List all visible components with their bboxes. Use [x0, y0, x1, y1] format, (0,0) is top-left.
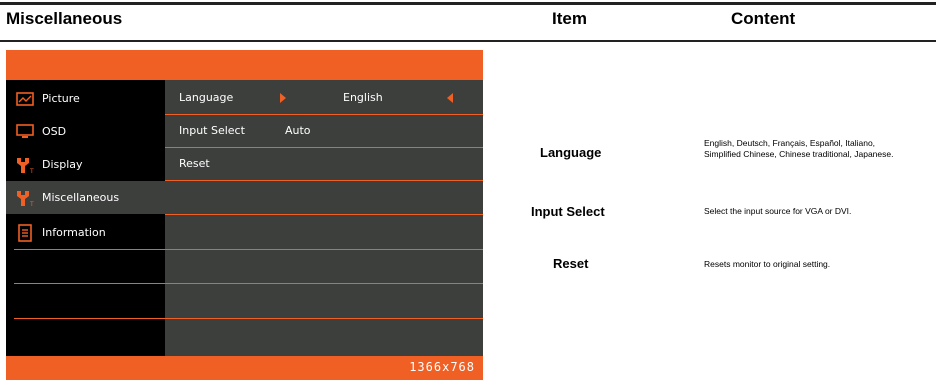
content-column-header: Content	[731, 9, 796, 28]
menu-divider	[14, 283, 165, 284]
menu-item-osd[interactable]: OSD	[6, 115, 165, 148]
resolution-readout: 1366x768	[409, 360, 475, 374]
osd-screenshot: Picture OSD T Display T Miscellaneous In…	[6, 50, 483, 380]
arrow-left-icon[interactable]	[447, 93, 453, 103]
wrench-icon: T	[14, 156, 36, 174]
menu-divider	[14, 318, 165, 319]
menu-item-label: Information	[42, 226, 106, 239]
submenu-divider	[165, 318, 483, 319]
osd-bottom-bar: 1366x768	[6, 356, 483, 380]
svg-text:T: T	[29, 168, 34, 174]
table-item-reset: Reset	[553, 256, 589, 271]
header-bottom-rule	[0, 40, 936, 42]
document-icon	[14, 223, 36, 242]
wrench-icon: T	[14, 189, 36, 207]
menu-item-label: OSD	[42, 125, 67, 138]
header-top-rule	[0, 2, 936, 5]
monitor-icon	[14, 123, 36, 141]
osd-top-bar	[6, 50, 483, 80]
input-select-value: Auto	[285, 124, 311, 137]
language-label: Language	[179, 91, 234, 104]
menu-item-label: Display	[42, 158, 83, 171]
submenu-divider	[165, 214, 483, 215]
table-content-input-select: Select the input source for VGA or DVI.	[704, 206, 852, 216]
menu-item-miscellaneous[interactable]: T Miscellaneous	[6, 181, 165, 214]
menu-item-label: Miscellaneous	[42, 191, 120, 204]
arrow-right-icon[interactable]	[280, 93, 286, 103]
picture-icon	[14, 90, 36, 108]
reset-label: Reset	[179, 157, 210, 170]
menu-item-information[interactable]: Information	[6, 216, 165, 249]
table-content-reset: Resets monitor to original setting.	[704, 259, 831, 269]
table-item-language: Language	[540, 145, 602, 160]
item-column-header: Item	[552, 9, 587, 28]
submenu-row-input-select[interactable]: Input Select Auto	[165, 115, 483, 148]
svg-text:T: T	[29, 201, 34, 207]
submenu-divider	[165, 283, 483, 284]
section-title: Miscellaneous	[6, 9, 123, 28]
table-item-input-select: Input Select	[531, 204, 605, 219]
table-content-language: English, Deutsch, Français, Español, Ita…	[704, 138, 894, 159]
submenu-row-reset[interactable]: Reset	[165, 148, 483, 181]
osd-body: Picture OSD T Display T Miscellaneous In…	[6, 80, 483, 356]
menu-item-display[interactable]: T Display	[6, 148, 165, 181]
submenu-divider	[165, 249, 483, 250]
menu-item-label: Picture	[42, 92, 80, 105]
menu-item-picture[interactable]: Picture	[6, 82, 165, 115]
input-select-label: Input Select	[179, 124, 245, 137]
menu-divider	[14, 249, 165, 250]
language-value: English	[343, 91, 383, 104]
submenu-row-language[interactable]: Language English	[165, 82, 483, 115]
